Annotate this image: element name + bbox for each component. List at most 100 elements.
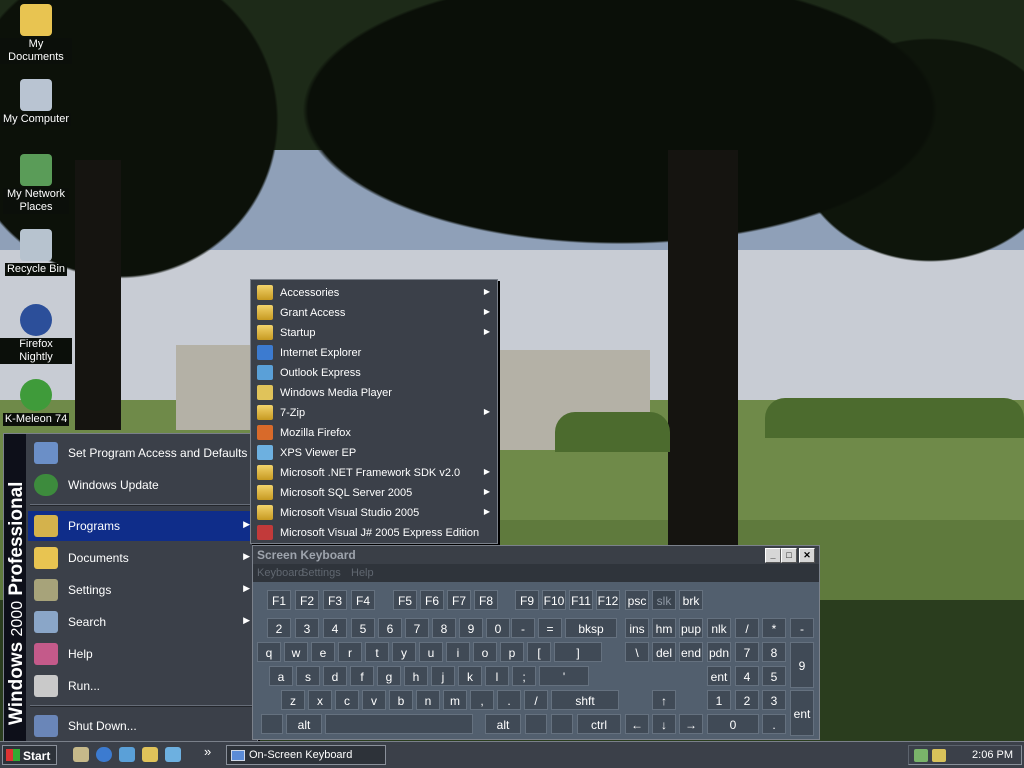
key-fn-6[interactable]: F7: [447, 590, 471, 610]
desktop-icon-network-places[interactable]: My Network Places: [0, 154, 72, 214]
programs-item-microsoft-visual-studio-2005[interactable]: Microsoft Visual Studio 2005 ▶: [252, 503, 496, 523]
programs-item-mozilla-firefox[interactable]: Mozilla Firefox: [252, 423, 496, 443]
key-num-5[interactable]: 7: [405, 618, 429, 638]
key-num-12[interactable]: ins: [625, 618, 649, 638]
key-z-3[interactable]: v: [362, 690, 386, 710]
key-num-10[interactable]: =: [538, 618, 562, 638]
quicklaunch-overflow-icon[interactable]: »: [204, 744, 211, 759]
maximize-button[interactable]: □: [781, 548, 797, 563]
key-num-18[interactable]: -: [790, 618, 814, 638]
start-item-search[interactable]: Search ▶: [28, 607, 256, 637]
start-item-program-access[interactable]: Set Program Access and Defaults: [28, 438, 256, 468]
key-num-3[interactable]: 5: [351, 618, 375, 638]
key-a-5[interactable]: h: [404, 666, 428, 686]
desktop-icon-recycle-bin[interactable]: Recycle Bin: [0, 229, 72, 276]
start-item-settings[interactable]: Settings ▶: [28, 575, 256, 605]
programs-item-grant-access[interactable]: Grant Access ▶: [252, 303, 496, 323]
key-z-7[interactable]: ,: [470, 690, 494, 710]
key-fn-4[interactable]: F5: [393, 590, 417, 610]
key-q-7[interactable]: i: [446, 642, 470, 662]
key-a-2[interactable]: d: [323, 666, 347, 686]
key-q-9[interactable]: p: [500, 642, 524, 662]
programs-item-accessories[interactable]: Accessories ▶: [252, 283, 496, 303]
programs-item-microsoft-visual-j-2005-express-edition[interactable]: Microsoft Visual J# 2005 Express Edition: [252, 523, 496, 543]
key-bottom-1[interactable]: alt: [485, 714, 521, 734]
key-z-12[interactable]: 1: [707, 690, 731, 710]
start-item-run[interactable]: Run...: [28, 671, 256, 701]
key-bottom-3[interactable]: ←: [625, 714, 649, 734]
key-z-14[interactable]: 3: [762, 690, 786, 710]
key-bottom-4[interactable]: ↓: [652, 714, 676, 734]
key-q-10[interactable]: [: [527, 642, 551, 662]
start-item-shutdown[interactable]: Shut Down...: [28, 711, 256, 741]
key-bottom-2[interactable]: ctrl: [577, 714, 621, 734]
key-z-4[interactable]: b: [389, 690, 413, 710]
minimize-button[interactable]: _: [765, 548, 781, 563]
key-num-9[interactable]: -: [511, 618, 535, 638]
windows-key-left[interactable]: [261, 714, 283, 734]
key-q-18[interactable]: 9: [790, 642, 814, 688]
key-z-0[interactable]: z: [281, 690, 305, 710]
space-key[interactable]: [325, 714, 473, 734]
key-q-14[interactable]: end: [679, 642, 703, 662]
key-z-13[interactable]: 2: [735, 690, 759, 710]
desktop-icon-my-documents[interactable]: My Documents: [0, 4, 72, 64]
programs-item-windows-media-player[interactable]: Windows Media Player: [252, 383, 496, 403]
key-fn-1[interactable]: F2: [295, 590, 319, 610]
key-q-12[interactable]: \: [625, 642, 649, 662]
key-q-17[interactable]: 8: [762, 642, 786, 662]
key-num-2[interactable]: 4: [323, 618, 347, 638]
show-desktop-icon[interactable]: [73, 747, 89, 762]
key-q-2[interactable]: e: [311, 642, 335, 662]
key-a-9[interactable]: ;: [512, 666, 536, 686]
close-button[interactable]: ✕: [799, 548, 815, 563]
programs-item-microsoft-net-framework-sdk-v2-0[interactable]: Microsoft .NET Framework SDK v2.0 ▶: [252, 463, 496, 483]
taskbar-button-osk[interactable]: On-Screen Keyboard: [226, 745, 386, 765]
menu-settings[interactable]: Settings: [301, 567, 341, 579]
key-q-4[interactable]: t: [365, 642, 389, 662]
key-num-6[interactable]: 8: [432, 618, 456, 638]
key-fn-3[interactable]: F4: [351, 590, 375, 610]
outlook-express-icon[interactable]: [119, 747, 135, 762]
key-a-8[interactable]: l: [485, 666, 509, 686]
programs-item-microsoft-sql-server-2005[interactable]: Microsoft SQL Server 2005 ▶: [252, 483, 496, 503]
key-z-2[interactable]: c: [335, 690, 359, 710]
key-a-3[interactable]: f: [350, 666, 374, 686]
key-fn-7[interactable]: F8: [474, 590, 498, 610]
key-a-11[interactable]: ent: [707, 666, 731, 686]
menu-help[interactable]: Help: [351, 567, 374, 579]
start-item-windows-update[interactable]: Windows Update: [28, 470, 256, 500]
key-q-15[interactable]: pdn: [707, 642, 731, 662]
key-fn-12[interactable]: psc: [625, 590, 649, 610]
key-q-13[interactable]: del: [652, 642, 676, 662]
start-item-documents[interactable]: Documents ▶: [28, 543, 256, 573]
osk-titlebar[interactable]: Screen Keyboard _ □ ✕: [253, 546, 819, 564]
key-q-0[interactable]: q: [257, 642, 281, 662]
key-a-13[interactable]: 5: [762, 666, 786, 686]
key-num-11[interactable]: bksp: [565, 618, 617, 638]
key-q-11[interactable]: ]: [554, 642, 602, 662]
key-z-6[interactable]: m: [443, 690, 467, 710]
programs-item-internet-explorer[interactable]: Internet Explorer: [252, 343, 496, 363]
key-a-0[interactable]: a: [269, 666, 293, 686]
key-a-4[interactable]: g: [377, 666, 401, 686]
desktop-icon-my-computer[interactable]: My Computer: [0, 79, 72, 126]
key-num-16[interactable]: /: [735, 618, 759, 638]
start-button[interactable]: Start: [2, 745, 57, 765]
windows-key-right[interactable]: [525, 714, 547, 734]
clock[interactable]: 2:06 PM: [972, 749, 1013, 761]
key-bottom-0[interactable]: alt: [286, 714, 322, 734]
update-tray-icon[interactable]: [932, 749, 946, 762]
key-q-5[interactable]: y: [392, 642, 416, 662]
programs-item-xps-viewer-ep[interactable]: XPS Viewer EP: [252, 443, 496, 463]
programs-item-startup[interactable]: Startup ▶: [252, 323, 496, 343]
key-num-8[interactable]: 0: [486, 618, 510, 638]
key-z-15[interactable]: ent: [790, 690, 814, 736]
key-fn-14[interactable]: brk: [679, 590, 703, 610]
key-q-3[interactable]: r: [338, 642, 362, 662]
key-fn-10[interactable]: F11: [569, 590, 593, 610]
key-a-1[interactable]: s: [296, 666, 320, 686]
key-a-12[interactable]: 4: [735, 666, 759, 686]
key-z-5[interactable]: n: [416, 690, 440, 710]
menu-keyboard[interactable]: Keyboard: [257, 567, 304, 579]
